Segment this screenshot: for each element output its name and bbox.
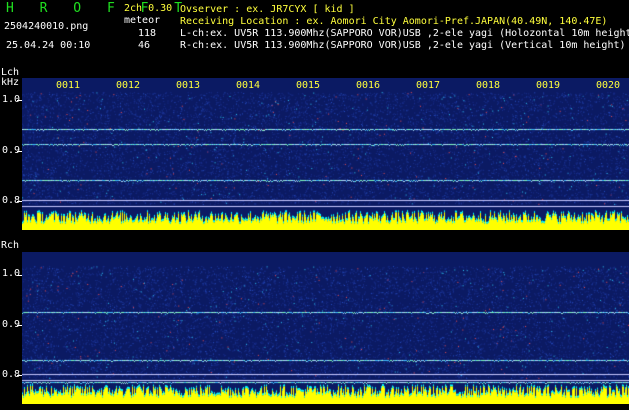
time-tick: 0020 [596,80,621,91]
observer-line: Ovserver : ex. JR7CYX [ kid ] [180,4,355,15]
lch-unit: kHz [1,77,20,88]
time-tick: 0014 [236,80,261,91]
time-tick: 0011 [56,80,81,91]
time-tick: 0013 [176,80,201,91]
rch-info-line: R-ch:ex. UV5R 113.900Mhz(SAPPORO VOR)USB… [180,40,626,51]
time-tick: 0019 [536,80,561,91]
lch-spectrogram: 0011 0012 0013 0014 0015 0016 0017 0018 … [22,78,629,230]
rch-spectrogram [22,252,629,404]
location-line: Receiving Location : ex. Aomori City Aom… [180,16,608,27]
meteor-label: meteor [124,15,161,26]
meteor-count-lch: 118 [138,28,157,39]
rch-spectrogram-canvas [22,252,629,404]
time-tick: 0012 [116,80,141,91]
meteor-count-rch: 46 [138,40,151,51]
filename-label: 2504240010.png [4,21,89,32]
time-tick: 0017 [416,80,441,91]
datetime-label: 25.04.24 00:10 [6,40,91,51]
time-tick: 0016 [356,80,381,91]
lch-info-line: L-ch:ex. UV5R 113.900Mhz(SAPPORO VOR)USB… [180,28,629,39]
rch-ytick-1: 1.0 [2,268,21,279]
version-label: 2ch 0.30 [124,3,173,14]
rch-label: Rch [1,240,20,251]
time-tick: 0015 [296,80,321,91]
time-tick: 0018 [476,80,501,91]
lch-spectrogram-canvas [22,78,629,230]
